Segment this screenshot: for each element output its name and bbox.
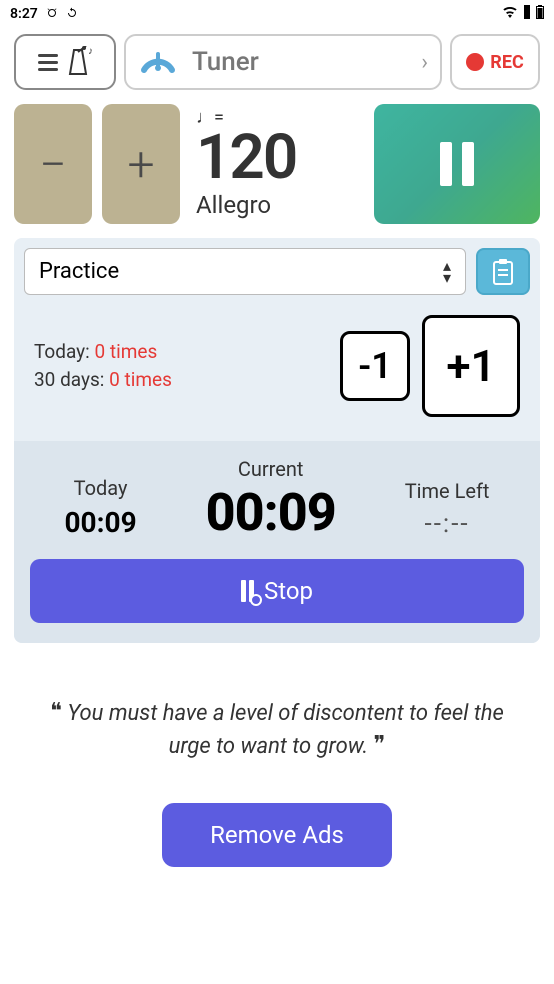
today-count-value: 0 times xyxy=(94,340,157,363)
timer-left-value: --:-- xyxy=(405,509,490,539)
timer-today: Today 00:09 xyxy=(64,476,136,539)
record-icon xyxy=(466,53,484,71)
quote-text: ❝ You must have a level of discontent to… xyxy=(0,657,554,783)
timer-current-value: 00:09 xyxy=(206,487,336,539)
gauge-icon xyxy=(138,40,178,84)
today-count-label: Today: xyxy=(34,340,90,363)
pause-icon xyxy=(440,142,474,186)
quote-open-icon: ❝ xyxy=(50,699,62,724)
signal-icon xyxy=(524,5,530,23)
remove-ads-button[interactable]: Remove Ads xyxy=(162,803,392,867)
tuner-label: Tuner xyxy=(192,47,407,77)
hamburger-icon xyxy=(38,54,58,71)
tempo-decrease-button[interactable]: − xyxy=(14,104,92,224)
tempo-display[interactable]: ♩= 120 Allegro xyxy=(190,104,364,224)
practice-log-button[interactable] xyxy=(476,248,530,295)
top-bar: ♪ Tuner › REC xyxy=(0,28,554,96)
practice-stats: Today: 0 times 30 days: 0 times xyxy=(34,338,328,395)
timer-today-value: 00:09 xyxy=(64,506,136,539)
chevron-right-icon: › xyxy=(421,50,428,75)
select-arrows-icon: ▴▾ xyxy=(443,260,451,282)
clipboard-icon xyxy=(491,258,515,286)
practice-decrement-button[interactable]: -1 xyxy=(340,331,410,401)
practice-card: Practice ▴▾ Today: 0 times 30 days: 0 ti… xyxy=(14,238,540,643)
practice-select-label: Practice xyxy=(39,259,119,284)
stop-button-label: Stop xyxy=(264,577,313,605)
sync-icon xyxy=(66,7,78,22)
stop-icon xyxy=(241,580,254,602)
days30-count-label: 30 days: xyxy=(34,368,104,391)
status-bar: 8:27 xyxy=(0,0,554,28)
timer-current-label: Current xyxy=(206,457,336,481)
timer-section: Today 00:09 Current 00:09 Time Left --:-… xyxy=(14,441,540,643)
timer-current: Current 00:09 xyxy=(206,457,336,539)
record-button[interactable]: REC xyxy=(450,34,540,90)
tempo-controls: − + ♩= 120 Allegro xyxy=(0,96,554,224)
svg-text:♪: ♪ xyxy=(88,46,92,57)
tempo-increase-button[interactable]: + xyxy=(102,104,180,224)
practice-select[interactable]: Practice ▴▾ xyxy=(24,248,466,295)
metronome-icon: ♪ xyxy=(64,46,92,78)
menu-button[interactable]: ♪ xyxy=(14,34,116,90)
timer-today-label: Today xyxy=(64,476,136,500)
alarm-icon xyxy=(46,7,58,22)
quote-close-icon: ❞ xyxy=(374,732,386,757)
practice-increment-button[interactable]: +1 xyxy=(422,315,520,417)
tempo-name: Allegro xyxy=(196,191,358,219)
battery-icon xyxy=(536,5,544,23)
timer-left: Time Left --:-- xyxy=(405,479,490,539)
quote-content: You must have a level of discontent to f… xyxy=(67,701,504,759)
wifi-icon xyxy=(502,6,518,22)
tempo-bpm: 120 xyxy=(196,127,358,189)
days30-count-value: 0 times xyxy=(109,368,172,391)
status-time: 8:27 xyxy=(10,6,38,22)
play-pause-button[interactable] xyxy=(374,104,540,224)
record-label: REC xyxy=(490,52,523,73)
timer-left-label: Time Left xyxy=(405,479,490,503)
tuner-button[interactable]: Tuner › xyxy=(124,34,442,90)
stop-button[interactable]: Stop xyxy=(30,559,524,623)
